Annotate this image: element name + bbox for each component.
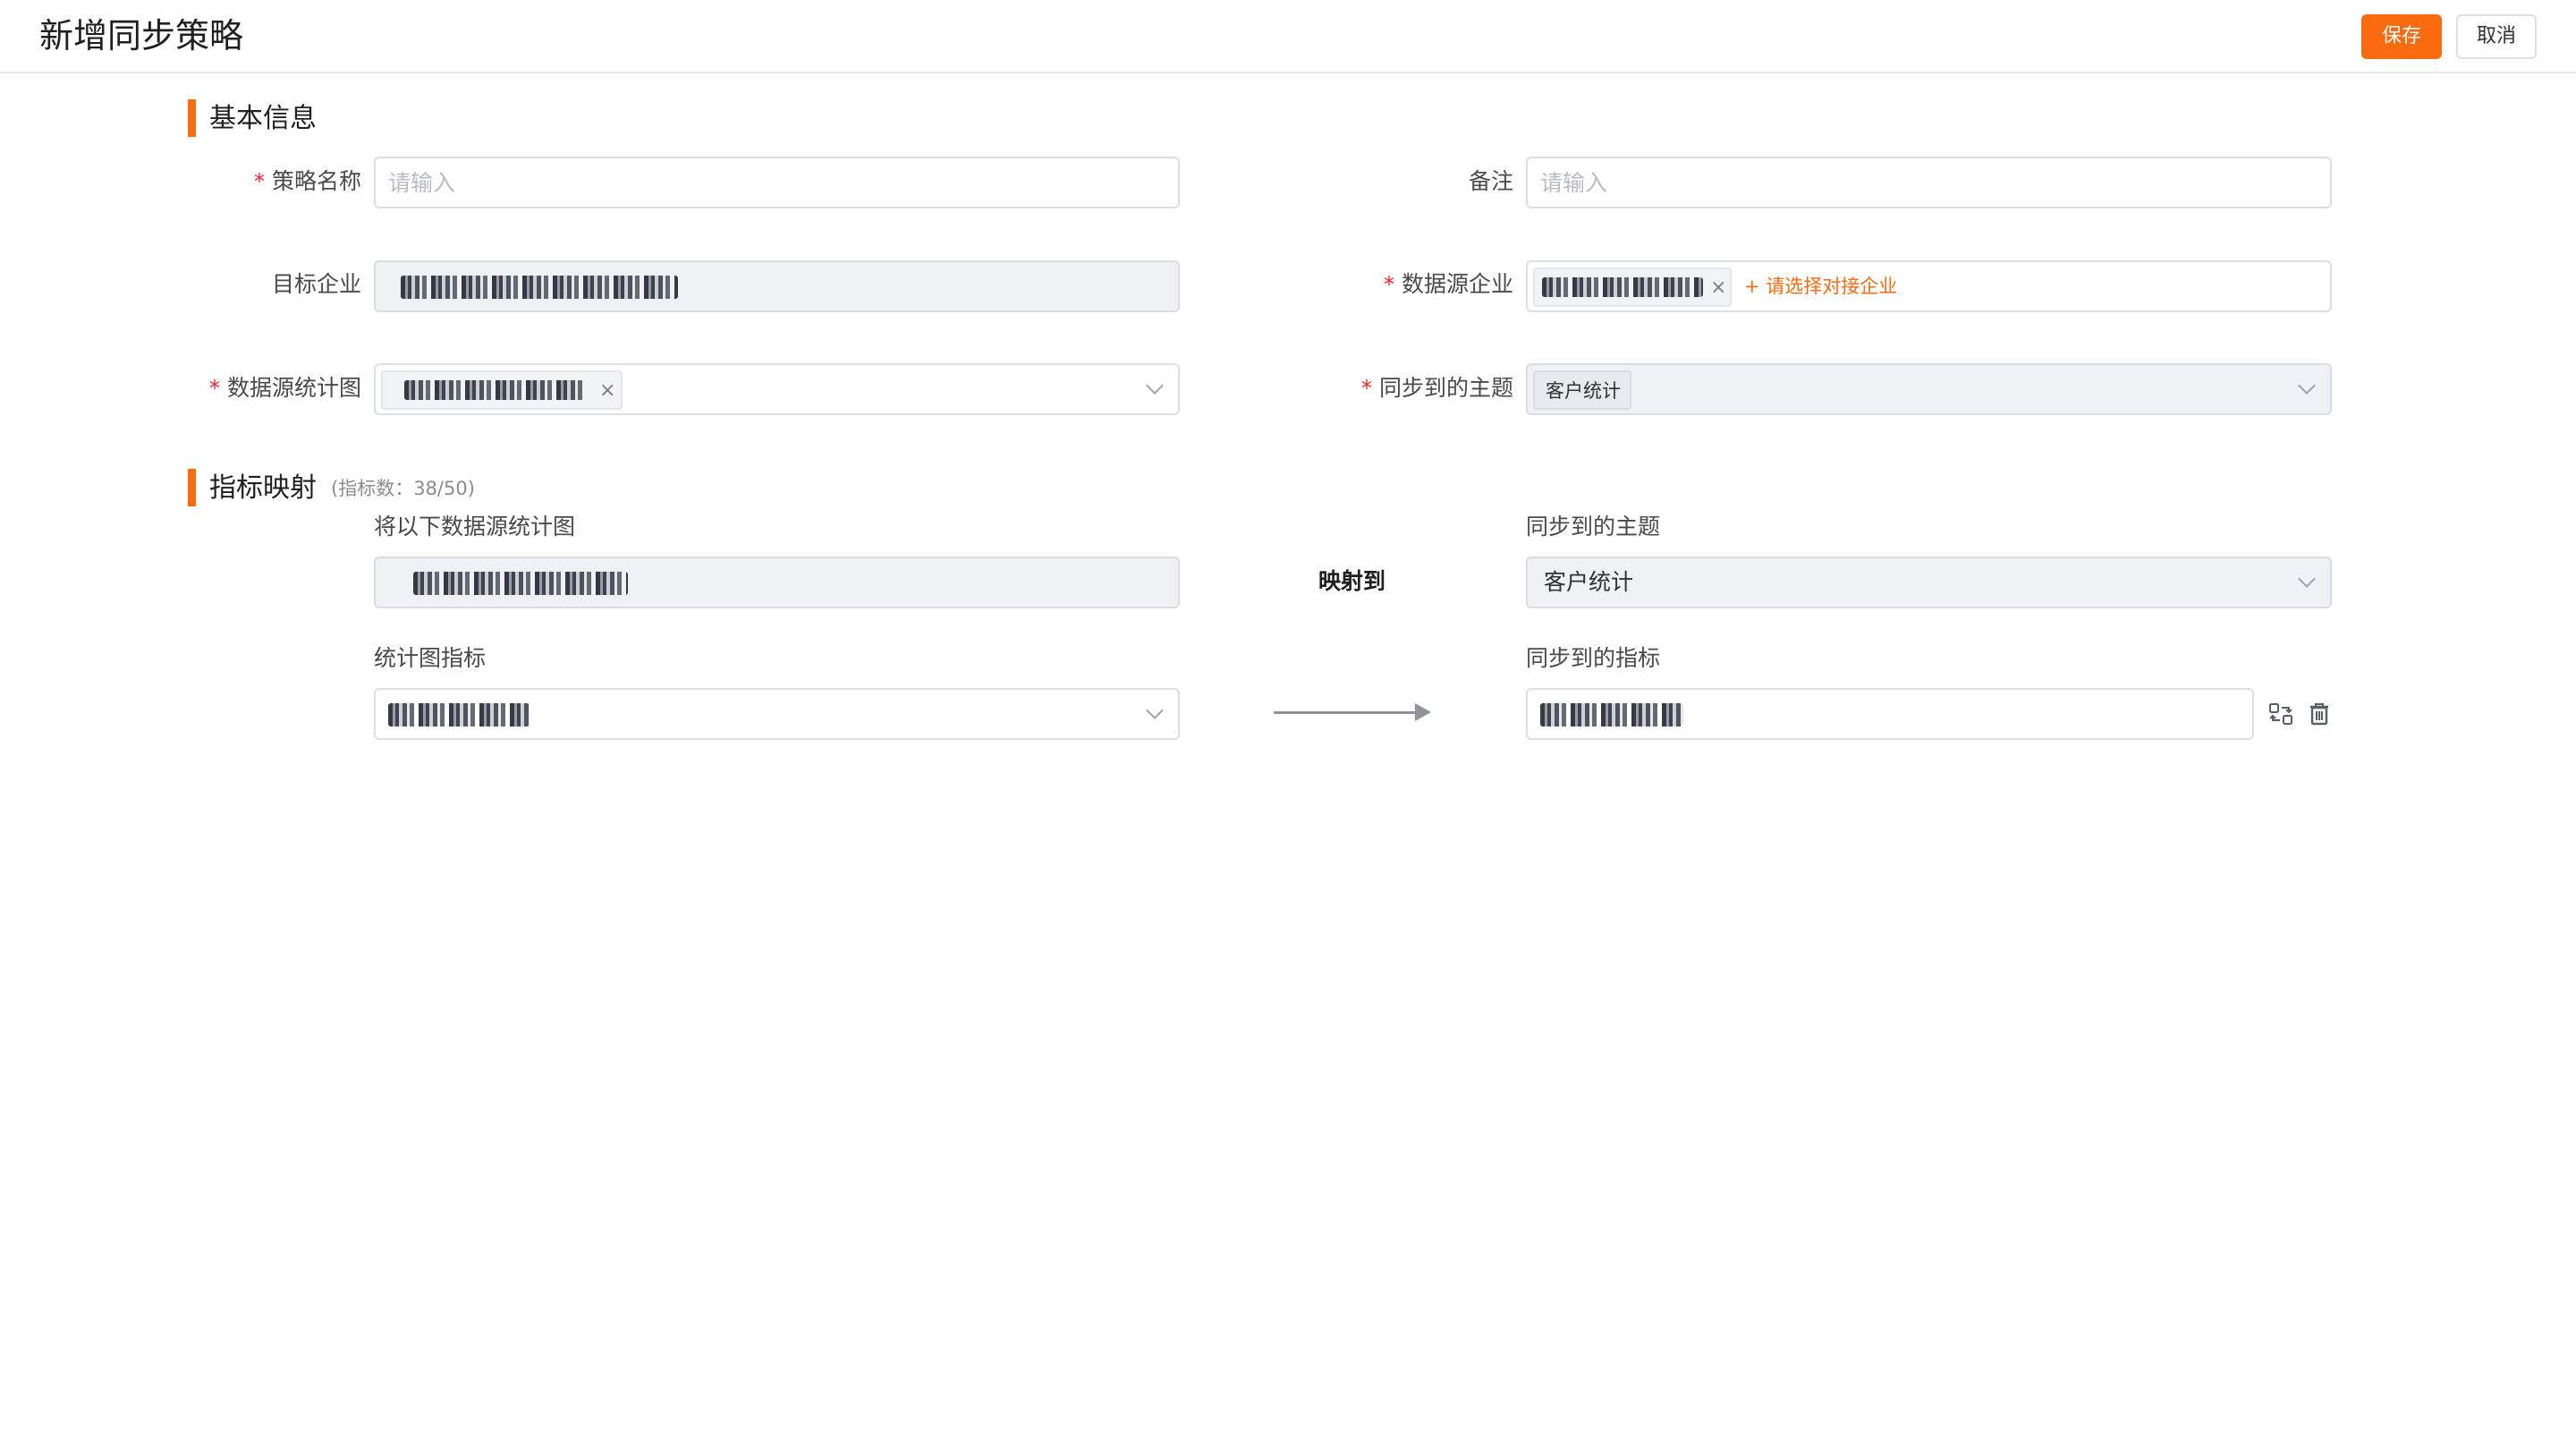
strategy-name-input[interactable]: [388, 158, 1165, 207]
chevron-down-icon: [2298, 377, 2316, 395]
required-mark: *: [1360, 376, 1372, 401]
trash-icon[interactable]: [2306, 701, 2333, 727]
close-icon[interactable]: ×: [1710, 276, 1726, 301]
source-chart-label-text: 数据源统计图: [226, 375, 361, 401]
redacted-value: [388, 703, 530, 726]
arrow-right-icon-head: [1415, 703, 1431, 721]
page-header: 新增同步策略 保存 取消: [0, 0, 2576, 73]
required-mark: *: [208, 376, 220, 401]
redacted-tag-text: [1542, 277, 1703, 297]
strategy-name-field[interactable]: [374, 157, 1180, 208]
required-mark: *: [1383, 272, 1394, 297]
target-indicator-header: 同步到的指标: [1526, 645, 1661, 671]
sync-topic-tag: 客户统计: [1533, 370, 1631, 410]
chevron-down-icon: [2298, 570, 2316, 588]
map-to-label: 映射到: [1318, 568, 1386, 594]
mapping-target-topic-select: 客户统计: [1526, 557, 2332, 608]
remark-input[interactable]: [1540, 158, 2318, 207]
remark-label: 备注: [1469, 166, 1513, 197]
sync-topic-label-text: 同步到的主题: [1378, 375, 1513, 401]
section-accent-bar: [188, 469, 196, 506]
cancel-button[interactable]: 取消: [2456, 14, 2537, 59]
source-chart-header: 将以下数据源统计图: [374, 514, 576, 540]
chevron-down-icon: [1146, 701, 1164, 719]
chart-indicator-header: 统计图指标: [374, 645, 487, 671]
strategy-name-label: * 策略名称: [254, 166, 361, 197]
mapping-source-chart-field: [374, 557, 1180, 608]
section-accent-bar: [188, 99, 196, 137]
redacted-value: [401, 276, 678, 299]
swap-icon[interactable]: [2267, 701, 2294, 727]
redacted-tag-text: [404, 380, 587, 400]
close-icon[interactable]: ×: [599, 378, 615, 404]
sync-topic-select: 客户统计: [1526, 363, 2332, 415]
target-topic-header: 同步到的主题: [1526, 514, 1661, 540]
source-chart-select[interactable]: ×: [374, 363, 1180, 415]
sync-topic-label: * 同步到的主题: [1361, 373, 1513, 404]
chevron-down-icon: [1146, 377, 1164, 395]
arrow-right-icon: [1274, 711, 1417, 714]
remark-label-text: 备注: [1468, 168, 1513, 194]
sync-topic-tag-text: 客户统计: [1546, 380, 1621, 402]
source-enterprise-tag: ×: [1533, 268, 1732, 307]
source-chart-label: * 数据源统计图: [209, 373, 361, 404]
redacted-value: [1540, 703, 1683, 726]
source-chart-tag: ×: [381, 370, 623, 410]
chart-indicator-select[interactable]: [374, 688, 1180, 740]
source-enterprise-label-text: 数据源企业: [1401, 271, 1513, 297]
page-title: 新增同步策略: [39, 16, 244, 55]
target-enterprise-label: 目标企业: [272, 269, 361, 300]
required-mark: *: [253, 169, 265, 194]
save-button[interactable]: 保存: [2361, 14, 2442, 59]
remark-field[interactable]: [1526, 157, 2332, 208]
indicator-count: (指标数：38/50): [331, 478, 475, 499]
target-indicator-field[interactable]: [1526, 688, 2254, 740]
section-title-basic-info: 基本信息: [209, 103, 317, 134]
source-enterprise-field[interactable]: × + 请选择对接企业: [1526, 260, 2332, 312]
target-enterprise-field: [374, 260, 1180, 312]
source-enterprise-label: * 数据源企业: [1384, 269, 1513, 300]
add-enterprise-link[interactable]: + 请选择对接企业: [1744, 273, 1897, 300]
redacted-value: [413, 572, 628, 595]
section-title-indicator-mapping: 指标映射: [209, 472, 317, 504]
strategy-name-label-text: 策略名称: [271, 168, 361, 194]
mapping-target-topic-value: 客户统计: [1544, 569, 1634, 595]
target-enterprise-label-text: 目标企业: [271, 271, 361, 297]
